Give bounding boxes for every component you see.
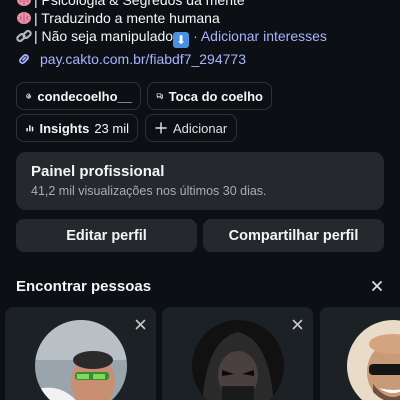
- broadcast-channel-icon: [156, 93, 163, 100]
- plus-icon: [155, 122, 167, 134]
- threads-chip[interactable]: condecoelho__: [16, 82, 141, 110]
- bio-line3-text: | Não seja manipulado: [34, 28, 174, 44]
- find-people-title: Encontrar pessoas: [16, 278, 152, 295]
- suggestion-card[interactable]: [5, 307, 156, 400]
- insights-chip-label: Insights: [39, 120, 90, 136]
- bio-line2-text: | Traduzindo a mente humana: [34, 10, 220, 26]
- edit-profile-button[interactable]: Editar perfil: [16, 219, 197, 252]
- bio-link-text: pay.cakto.com.br/fiabdf7_294773: [40, 51, 246, 67]
- bio-link[interactable]: pay.cakto.com.br/fiabdf7_294773: [16, 51, 246, 67]
- add-chip-label: Adicionar: [173, 120, 228, 136]
- suggestion-card[interactable]: [162, 307, 313, 400]
- insights-chip[interactable]: Insights 23 mil: [16, 114, 138, 142]
- brain-emoji-icon: [16, 0, 32, 7]
- suggestion-card[interactable]: [320, 307, 400, 400]
- suggestion-avatar[interactable]: [347, 320, 400, 400]
- bio-line-psicologia: | Psicologia & Segredos da mente: [16, 0, 245, 9]
- dismiss-suggestion-icon[interactable]: [292, 319, 303, 330]
- bio-line-traduzindo: | Traduzindo a mente humana: [16, 9, 220, 27]
- down-arrow-emoji-icon: ⬇: [173, 32, 190, 48]
- insights-chip-value: 23 mil: [94, 120, 129, 136]
- professional-dashboard-subtitle: 41,2 mil visualizações nos últimos 30 di…: [31, 184, 267, 198]
- add-interests-link[interactable]: · Adicionar interesses: [193, 28, 327, 44]
- share-profile-button[interactable]: Compartilhar perfil: [203, 219, 384, 252]
- professional-dashboard-title: Painel profissional: [31, 163, 165, 180]
- professional-dashboard-card[interactable]: Painel profissional 41,2 mil visualizaçõ…: [16, 152, 384, 210]
- bio-line-manipulado: | Não seja manipulado ⬇ · Adicionar intere…: [16, 27, 327, 48]
- dismiss-suggestion-icon[interactable]: [135, 319, 146, 330]
- suggestion-avatar[interactable]: [192, 320, 284, 400]
- threads-chip-label: condecoelho__: [37, 88, 132, 104]
- link-emoji-icon: [16, 29, 32, 43]
- close-suggestions-icon[interactable]: [370, 279, 384, 293]
- channel-chip-label: Toca do coelho: [168, 88, 263, 104]
- bar-chart-icon: [26, 125, 34, 132]
- suggestion-avatar[interactable]: [35, 320, 127, 400]
- threads-icon: [26, 93, 31, 99]
- bio-line1-text: | Psicologia & Segredos da mente: [34, 0, 245, 8]
- link-icon: [19, 54, 29, 64]
- channel-chip[interactable]: Toca do coelho: [147, 82, 272, 110]
- add-chip[interactable]: Adicionar: [145, 114, 237, 142]
- brain-emoji-icon: [16, 11, 32, 25]
